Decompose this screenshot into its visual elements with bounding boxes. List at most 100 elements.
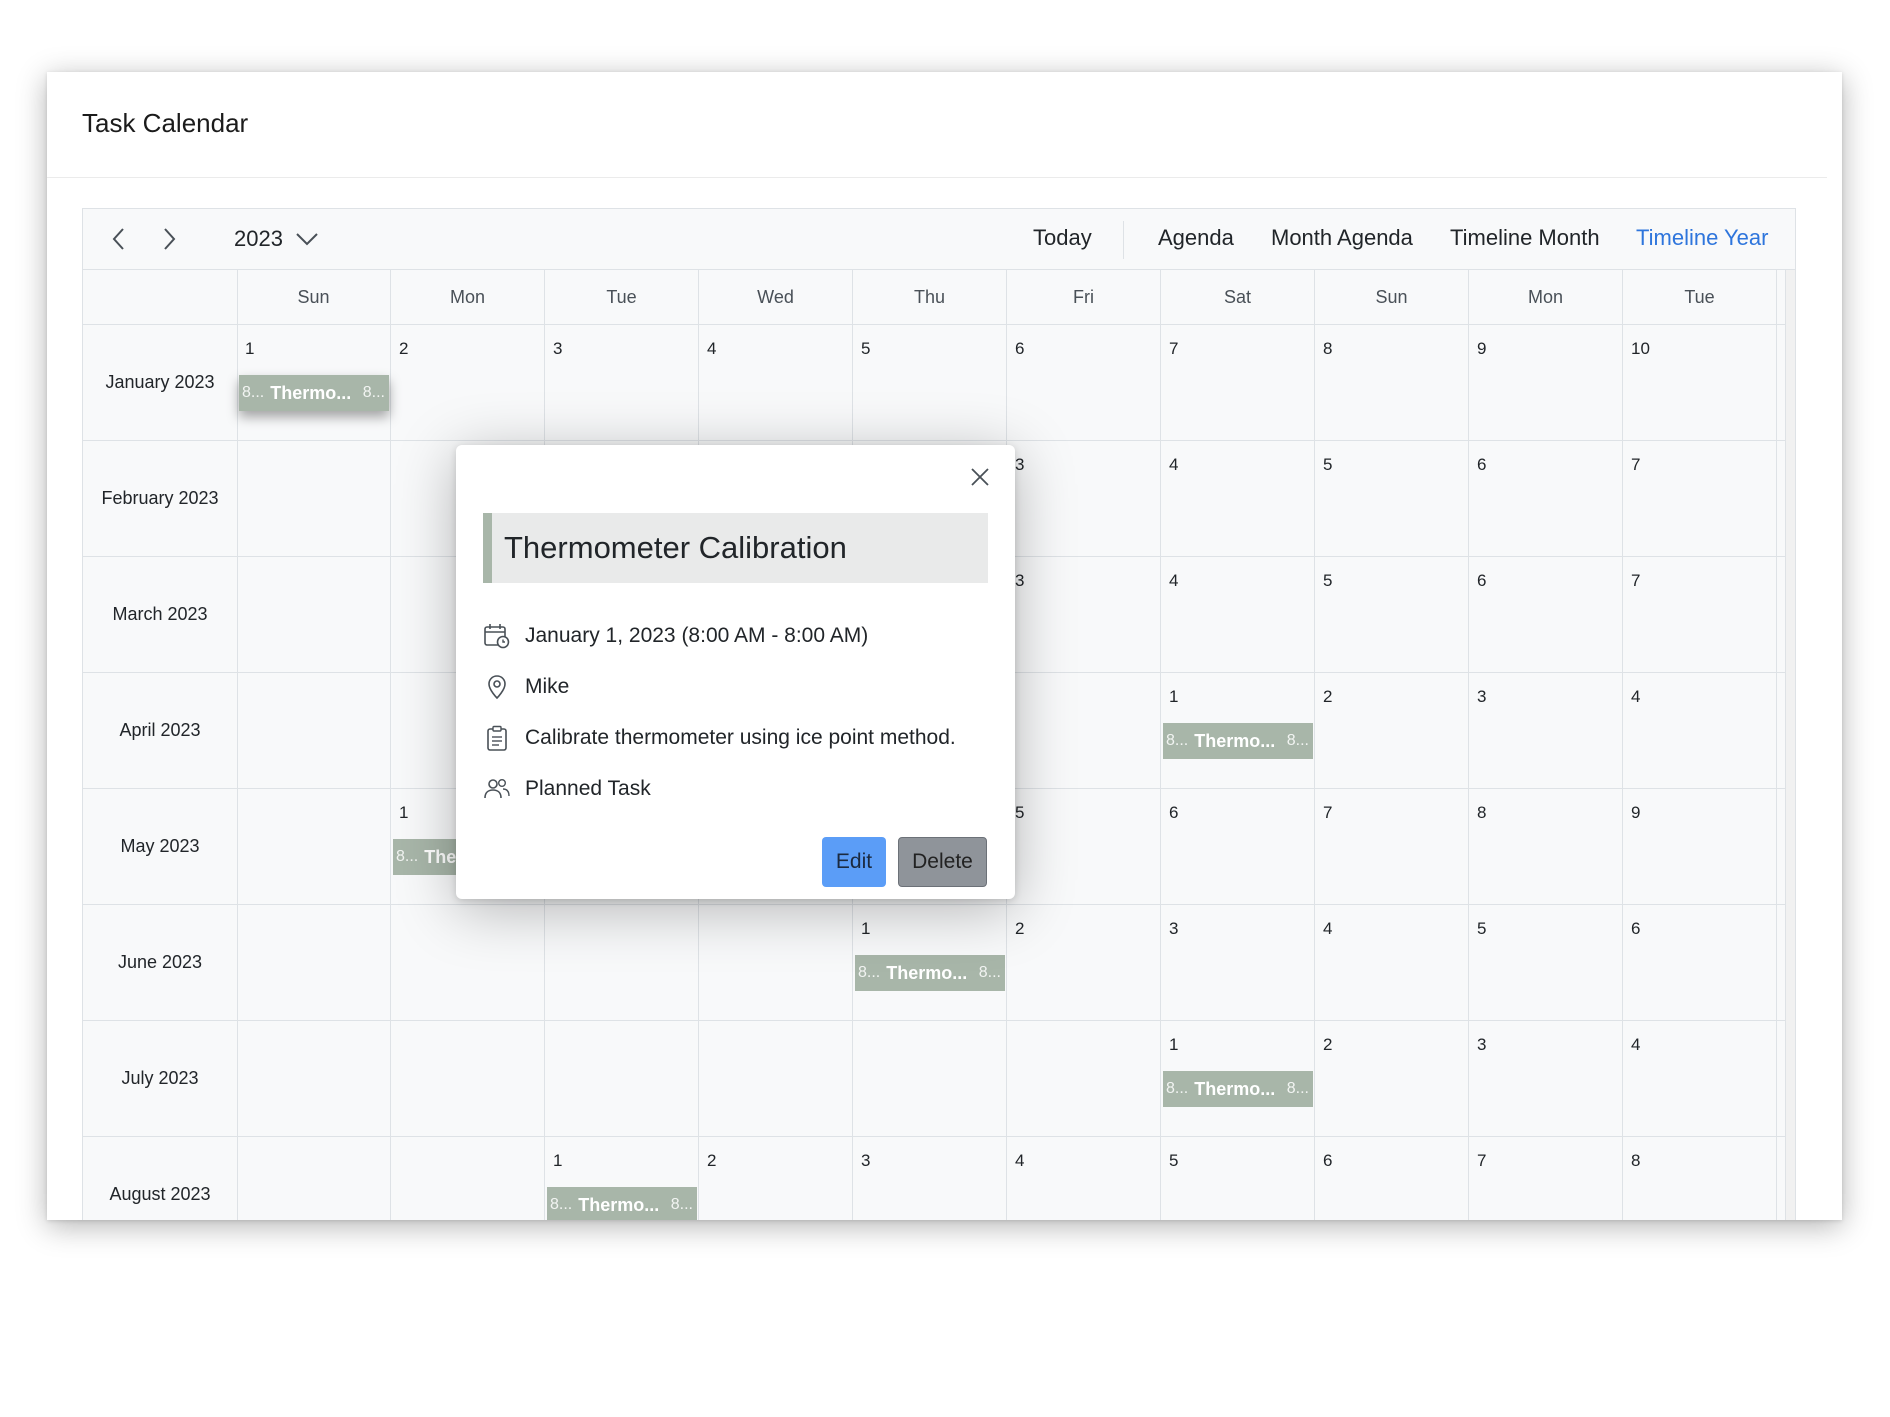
- date-number[interactable]: 3: [1015, 571, 1024, 591]
- event-thermometer-calibration[interactable]: 8... Thermo... 8...: [1163, 1071, 1313, 1107]
- day-cell[interactable]: 1 8... Thermo... 8...: [237, 325, 391, 440]
- day-cell[interactable]: 4: [1623, 673, 1777, 788]
- date-number[interactable]: 9: [1631, 803, 1640, 823]
- day-cell[interactable]: 4: [1161, 557, 1315, 672]
- day-cell[interactable]: [1007, 673, 1161, 788]
- year-selector[interactable]: 2023: [234, 223, 319, 255]
- day-cell[interactable]: 6: [1469, 441, 1623, 556]
- day-cell[interactable]: 3: [1161, 905, 1315, 1020]
- date-number[interactable]: 1: [399, 803, 408, 823]
- vertical-scrollbar[interactable]: [1785, 270, 1795, 1220]
- event-thermometer-calibration[interactable]: 8... Thermo... 8...: [547, 1187, 697, 1220]
- date-number[interactable]: 3: [1015, 455, 1024, 475]
- day-cell[interactable]: [237, 905, 391, 1020]
- day-cell[interactable]: 5: [853, 325, 1007, 440]
- day-cell[interactable]: 8: [1623, 1137, 1777, 1220]
- day-cell[interactable]: 2: [699, 1137, 853, 1220]
- date-number[interactable]: 8: [1477, 803, 1486, 823]
- day-cell[interactable]: 2: [1007, 905, 1161, 1020]
- day-cell[interactable]: 3: [1469, 1021, 1623, 1136]
- day-cell[interactable]: 6: [1007, 325, 1161, 440]
- event-thermometer-calibration[interactable]: 8... Thermo... 8...: [855, 955, 1005, 991]
- day-cell[interactable]: [237, 673, 391, 788]
- date-number[interactable]: 5: [1323, 571, 1332, 591]
- day-cell[interactable]: 7: [1161, 325, 1315, 440]
- day-cell[interactable]: 1 8... Thermo... 8...: [853, 905, 1007, 1020]
- date-number[interactable]: 7: [1169, 339, 1178, 359]
- date-number[interactable]: 1: [1169, 1035, 1178, 1055]
- popup-close-button[interactable]: [962, 459, 998, 495]
- date-number[interactable]: 3: [553, 339, 562, 359]
- date-number[interactable]: 7: [1631, 571, 1640, 591]
- date-number[interactable]: 1: [1169, 687, 1178, 707]
- previous-button[interactable]: [101, 221, 137, 257]
- date-number[interactable]: 5: [1323, 455, 1332, 475]
- date-number[interactable]: 6: [1015, 339, 1024, 359]
- date-number[interactable]: 3: [1477, 1035, 1486, 1055]
- date-number[interactable]: 4: [1631, 687, 1640, 707]
- day-cell[interactable]: 5: [1007, 789, 1161, 904]
- day-cell[interactable]: 1 8... Thermo... 8...: [545, 1137, 699, 1220]
- next-button[interactable]: [151, 221, 187, 257]
- delete-button[interactable]: Delete: [898, 837, 987, 887]
- day-cell[interactable]: 8: [1469, 789, 1623, 904]
- day-cell[interactable]: [237, 557, 391, 672]
- date-number[interactable]: 7: [1631, 455, 1640, 475]
- day-cell[interactable]: 7: [1623, 441, 1777, 556]
- day-cell[interactable]: [237, 441, 391, 556]
- date-number[interactable]: 1: [245, 339, 254, 359]
- day-cell[interactable]: 2: [1315, 1021, 1469, 1136]
- day-cell[interactable]: [237, 1137, 391, 1220]
- date-number[interactable]: 5: [1169, 1151, 1178, 1171]
- date-number[interactable]: 8: [1631, 1151, 1640, 1171]
- day-cell[interactable]: 7: [1623, 557, 1777, 672]
- date-number[interactable]: 5: [1477, 919, 1486, 939]
- day-cell[interactable]: [391, 1137, 545, 1220]
- day-cell[interactable]: 8: [1315, 325, 1469, 440]
- day-cell[interactable]: [699, 905, 853, 1020]
- today-button[interactable]: Today: [1033, 225, 1092, 251]
- day-cell[interactable]: 6: [1623, 905, 1777, 1020]
- day-cell[interactable]: 4: [1623, 1021, 1777, 1136]
- view-agenda[interactable]: Agenda: [1158, 225, 1234, 251]
- date-number[interactable]: 6: [1169, 803, 1178, 823]
- date-number[interactable]: 10: [1631, 339, 1650, 359]
- date-number[interactable]: 2: [1015, 919, 1024, 939]
- day-cell[interactable]: [853, 1021, 1007, 1136]
- day-cell[interactable]: 4: [1007, 1137, 1161, 1220]
- day-cell[interactable]: 6: [1469, 557, 1623, 672]
- date-number[interactable]: 3: [1169, 919, 1178, 939]
- day-cell[interactable]: 3: [1007, 557, 1161, 672]
- day-cell[interactable]: 2: [391, 325, 545, 440]
- view-timeline-month[interactable]: Timeline Month: [1450, 225, 1600, 251]
- date-number[interactable]: 9: [1477, 339, 1486, 359]
- event-thermometer-calibration[interactable]: 8... Thermo... 8...: [1163, 723, 1313, 759]
- day-cell[interactable]: 4: [1315, 905, 1469, 1020]
- day-cell[interactable]: 2: [1315, 673, 1469, 788]
- view-month-agenda[interactable]: Month Agenda: [1271, 225, 1413, 251]
- view-timeline-year[interactable]: Timeline Year: [1636, 225, 1768, 251]
- date-number[interactable]: 4: [1169, 455, 1178, 475]
- day-cell[interactable]: [237, 1021, 391, 1136]
- day-cell[interactable]: 5: [1161, 1137, 1315, 1220]
- date-number[interactable]: 2: [707, 1151, 716, 1171]
- date-number[interactable]: 6: [1323, 1151, 1332, 1171]
- date-number[interactable]: 4: [1631, 1035, 1640, 1055]
- day-cell[interactable]: 9: [1469, 325, 1623, 440]
- day-cell[interactable]: 5: [1315, 441, 1469, 556]
- day-cell[interactable]: 3: [545, 325, 699, 440]
- date-number[interactable]: 1: [553, 1151, 562, 1171]
- day-cell[interactable]: [391, 905, 545, 1020]
- date-number[interactable]: 4: [1169, 571, 1178, 591]
- date-number[interactable]: 4: [707, 339, 716, 359]
- date-number[interactable]: 6: [1477, 455, 1486, 475]
- day-cell[interactable]: [545, 905, 699, 1020]
- day-cell[interactable]: 6: [1161, 789, 1315, 904]
- date-number[interactable]: 5: [861, 339, 870, 359]
- date-number[interactable]: 2: [399, 339, 408, 359]
- date-number[interactable]: 3: [1477, 687, 1486, 707]
- day-cell[interactable]: [1007, 1021, 1161, 1136]
- day-cell[interactable]: 5: [1315, 557, 1469, 672]
- edit-button[interactable]: Edit: [822, 837, 886, 887]
- date-number[interactable]: 2: [1323, 1035, 1332, 1055]
